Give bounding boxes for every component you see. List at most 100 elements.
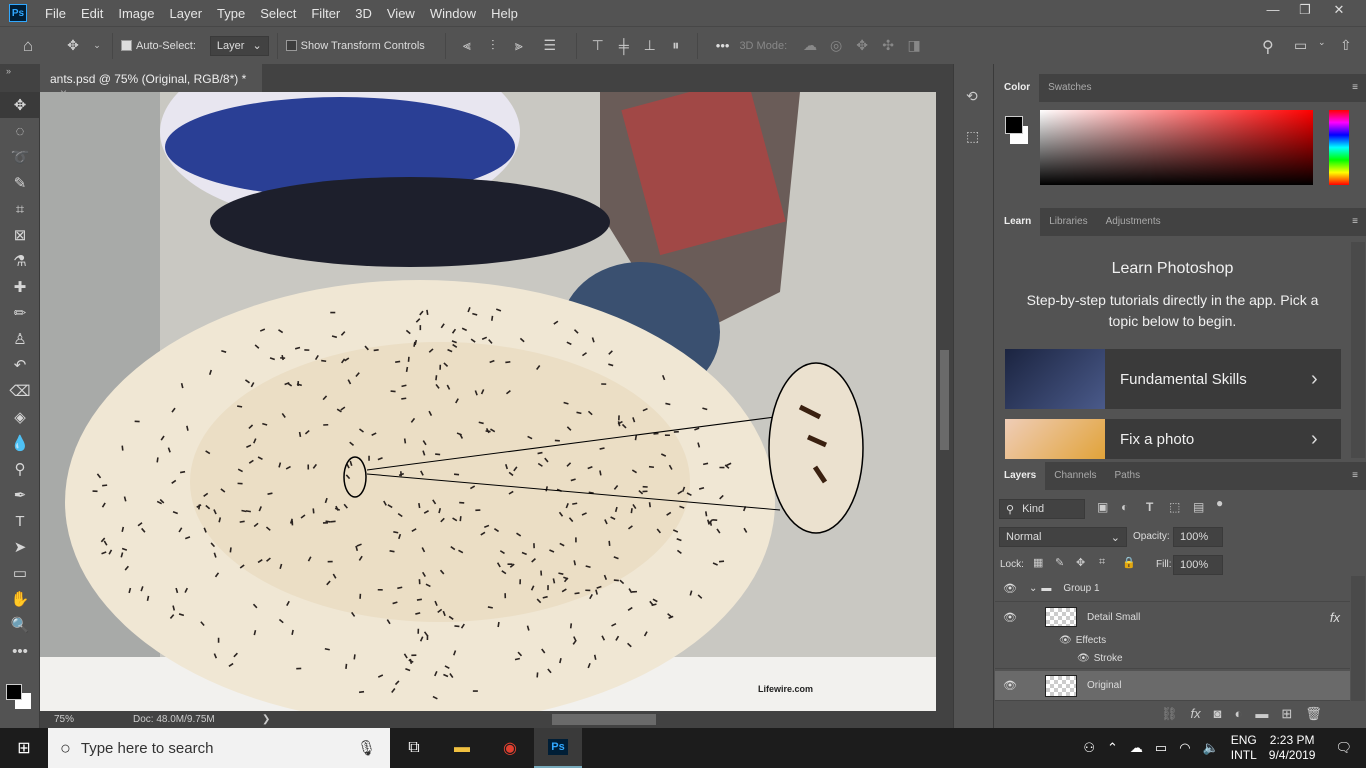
align-left-icon[interactable]: ⫷ <box>454 37 480 54</box>
chevron-down-icon[interactable]: ⌄ <box>1318 37 1326 48</box>
people-icon[interactable]: ⚇ <box>1083 740 1095 756</box>
visibility-eye-icon[interactable]: 👁 <box>1059 635 1072 646</box>
layer-row-group-1[interactable]: 👁 ⌄ ▬ Group 1 <box>995 576 1350 602</box>
filter-pixel-icon[interactable]: ▣ <box>1097 500 1108 514</box>
tab-learn[interactable]: Learn <box>995 208 1041 236</box>
3d-orbit-icon[interactable]: ☁ <box>797 37 823 54</box>
vertical-scrollbar[interactable] <box>936 92 953 711</box>
new-group-icon[interactable]: ▬ <box>1255 706 1268 722</box>
chrome-icon[interactable]: ◉ <box>486 728 534 768</box>
quick-select-tool-icon[interactable]: ✎ <box>0 170 40 196</box>
workspace-icon[interactable]: ▭ <box>1294 37 1307 54</box>
lasso-tool-icon[interactable]: ➰ <box>0 144 40 170</box>
align-center-icon[interactable]: ⫶ <box>480 37 506 54</box>
add-style-icon[interactable]: fx <box>1191 706 1201 722</box>
pen-tool-icon[interactable]: ✒ <box>0 482 40 508</box>
type-tool-icon[interactable]: T <box>0 508 40 534</box>
align-bottom-icon[interactable]: ⊥ <box>637 37 663 54</box>
chevron-down-icon[interactable]: ⌄ <box>90 40 104 51</box>
3d-scale-icon[interactable]: ◨ <box>901 37 927 54</box>
zoom-tool-icon[interactable]: 🔍 <box>0 612 40 638</box>
menu-type[interactable]: Type <box>217 6 245 21</box>
auto-select-checkbox[interactable] <box>121 40 132 51</box>
tab-channels[interactable]: Channels <box>1045 462 1105 490</box>
layer-row-detail-small[interactable]: 👁 Detail Small fx <box>995 602 1350 632</box>
tab-layers[interactable]: Layers <box>995 462 1046 490</box>
menu-layer[interactable]: Layer <box>170 6 203 21</box>
auto-select-target-dropdown[interactable]: Layer ⌄ <box>209 35 269 56</box>
distribute-icon[interactable]: ☰ <box>532 37 568 54</box>
3d-panel-icon[interactable]: ⬚ <box>966 128 979 145</box>
menu-help[interactable]: Help <box>491 6 518 21</box>
marquee-tool-icon[interactable]: ◌ <box>0 118 40 144</box>
3d-roll-icon[interactable]: ◎ <box>823 37 849 54</box>
menu-edit[interactable]: Edit <box>81 6 103 21</box>
layer-effects-row[interactable]: 👁 Effects <box>995 630 1350 650</box>
document-canvas[interactable]: Lifewire.com <box>40 92 936 711</box>
blur-tool-icon[interactable]: 💧 <box>0 430 40 456</box>
horizontal-scrollbar[interactable] <box>552 714 656 725</box>
menu-image[interactable]: Image <box>118 6 154 21</box>
move-tool-icon[interactable]: ✥ <box>0 92 40 118</box>
more-options-button[interactable]: ••• <box>716 38 730 53</box>
tab-swatches[interactable]: Swatches <box>1039 74 1100 102</box>
tab-color[interactable]: Color <box>995 74 1040 102</box>
lock-all-icon[interactable]: 🔒 <box>1122 556 1136 569</box>
distribute-vertical-icon[interactable]: ⏸ <box>663 37 689 54</box>
crop-tool-icon[interactable]: ⌗ <box>0 196 40 222</box>
learn-card-fundamental-skills[interactable]: Fundamental Skills › <box>1005 349 1341 409</box>
edit-toolbar-icon[interactable]: ••• <box>0 638 40 664</box>
foreground-color[interactable] <box>1005 116 1023 134</box>
show-transform-checkbox[interactable] <box>285 40 297 51</box>
menu-filter[interactable]: Filter <box>311 6 340 21</box>
windows-start-icon[interactable]: ⊞ <box>0 728 48 768</box>
lock-transparency-icon[interactable]: ▦ <box>1033 556 1043 569</box>
status-menu-arrow[interactable]: ❯ <box>262 714 270 725</box>
tab-libraries[interactable]: Libraries <box>1040 208 1096 236</box>
delete-layer-icon[interactable]: 🗑 <box>1305 706 1322 722</box>
panel-menu-icon[interactable]: ≡ <box>1344 208 1366 236</box>
history-brush-tool-icon[interactable]: ↶ <box>0 352 40 378</box>
notifications-icon[interactable]: 🗨 <box>1335 740 1352 756</box>
minimize-button[interactable]: — <box>1256 0 1290 22</box>
frame-tool-icon[interactable]: ⊠ <box>0 222 40 248</box>
paint-bucket-tool-icon[interactable]: ◈ <box>0 404 40 430</box>
history-icon[interactable]: ⟲ <box>966 88 978 105</box>
scroll-thumb[interactable] <box>940 350 949 450</box>
tab-paths[interactable]: Paths <box>1106 462 1150 490</box>
hand-tool-icon[interactable]: ✋ <box>0 586 40 612</box>
battery-icon[interactable]: ▭ <box>1155 740 1167 756</box>
share-icon[interactable]: ⇧ <box>1340 37 1352 54</box>
microphone-icon[interactable]: 🎙 <box>357 739 376 757</box>
color-field[interactable] <box>1040 110 1313 185</box>
volume-icon[interactable]: 🔈 <box>1203 740 1219 756</box>
restore-button[interactable]: ❐ <box>1288 0 1322 22</box>
lock-position-icon[interactable]: ✥ <box>1076 556 1085 569</box>
menu-window[interactable]: Window <box>430 6 476 21</box>
filter-smart-object-icon[interactable]: ▤ <box>1193 500 1204 514</box>
document-tab[interactable]: ants.psd @ 75% (Original, RGB/8*) * × <box>40 64 262 100</box>
antivirus-icon[interactable]: ☁ <box>1130 740 1143 756</box>
menu-3d[interactable]: 3D <box>355 6 372 21</box>
layer-filter-dropdown[interactable]: ⚲ Kind <box>999 499 1085 519</box>
layers-scrollbar[interactable] <box>1351 576 1365 701</box>
eraser-tool-icon[interactable]: ⌫ <box>0 378 40 404</box>
new-adjustment-icon[interactable]: ◐ <box>1235 706 1243 722</box>
opacity-input[interactable]: 100% <box>1173 527 1223 547</box>
home-icon[interactable]: ⌂ <box>0 36 56 56</box>
layer-stroke-row[interactable]: 👁 Stroke <box>995 649 1350 669</box>
search-icon[interactable]: ⚲ <box>1262 37 1274 57</box>
zoom-level[interactable]: 75% <box>54 714 74 725</box>
panel-menu-icon[interactable]: ≡ <box>1344 462 1366 490</box>
visibility-eye-icon[interactable]: 👁 <box>1077 653 1090 664</box>
dodge-tool-icon[interactable]: ⚲ <box>0 456 40 482</box>
wifi-icon[interactable]: ◠ <box>1179 740 1190 756</box>
link-layers-icon[interactable]: ⛓ <box>1161 706 1178 722</box>
clock[interactable]: 2:23 PM 9/4/2019 <box>1269 733 1316 763</box>
visibility-eye-icon[interactable]: 👁 <box>995 582 1025 595</box>
path-select-tool-icon[interactable]: ➤ <box>0 534 40 560</box>
file-explorer-icon[interactable]: ▬ <box>438 728 486 768</box>
clone-stamp-tool-icon[interactable]: ♙ <box>0 326 40 352</box>
align-middle-icon[interactable]: ╪ <box>611 38 637 54</box>
visibility-eye-icon[interactable]: 👁 <box>995 611 1025 624</box>
